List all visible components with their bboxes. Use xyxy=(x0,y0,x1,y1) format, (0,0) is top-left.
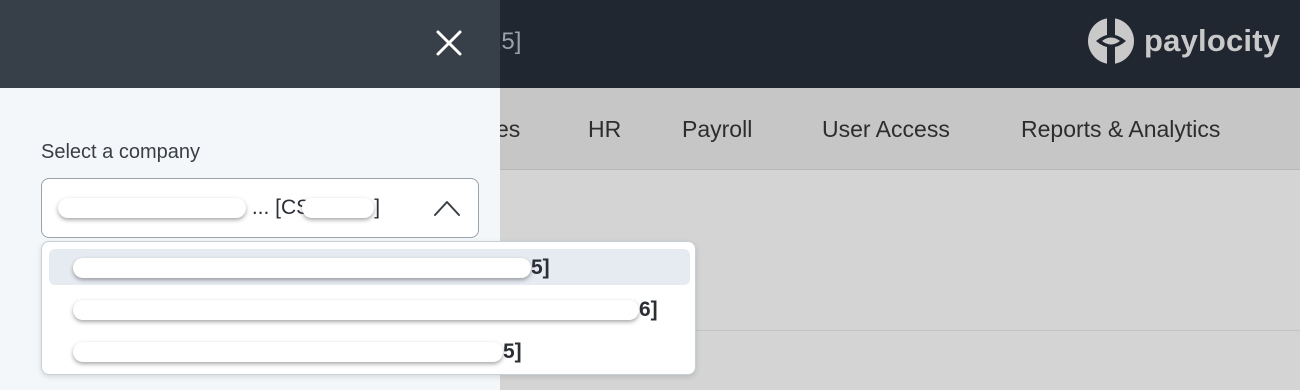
close-button[interactable] xyxy=(430,24,468,62)
company-option-suffix: 6] xyxy=(639,298,658,321)
selected-company-end: ] xyxy=(374,196,381,219)
company-dropdown-list: 5] 6] 5] xyxy=(41,241,696,375)
redacted-text xyxy=(58,198,246,219)
company-option[interactable]: 6] xyxy=(49,291,690,327)
nav-item-reports-analytics[interactable]: Reports & Analytics xyxy=(1021,116,1220,143)
logo-wordmark: paylocity xyxy=(1144,23,1281,58)
redacted-text xyxy=(302,198,375,219)
selected-company-value: ... [CS] xyxy=(58,196,380,220)
company-option-suffix: 5] xyxy=(531,256,550,279)
chevron-up-icon[interactable] xyxy=(432,195,462,221)
company-option-suffix: 5] xyxy=(503,340,522,363)
company-option[interactable]: 5] xyxy=(49,249,690,285)
nav-item-hr[interactable]: HR xyxy=(588,116,621,143)
nav-item-payroll[interactable]: Payroll xyxy=(682,116,752,143)
paylocity-logo[interactable]: paylocity xyxy=(1086,16,1280,66)
redacted-text xyxy=(73,300,639,321)
redacted-text xyxy=(73,342,503,363)
company-selector-panel: Select a company ... [CS] 5] 6] 5] xyxy=(0,0,696,390)
company-select[interactable]: ... [CS] xyxy=(41,178,479,238)
company-option[interactable]: 5] xyxy=(49,333,690,369)
close-icon xyxy=(436,30,462,56)
paylocity-logo-icon xyxy=(1088,16,1134,66)
panel-header xyxy=(0,0,500,88)
nav-item-user-access[interactable]: User Access xyxy=(822,116,950,143)
select-company-label: Select a company xyxy=(41,141,200,163)
redacted-text xyxy=(73,258,531,279)
